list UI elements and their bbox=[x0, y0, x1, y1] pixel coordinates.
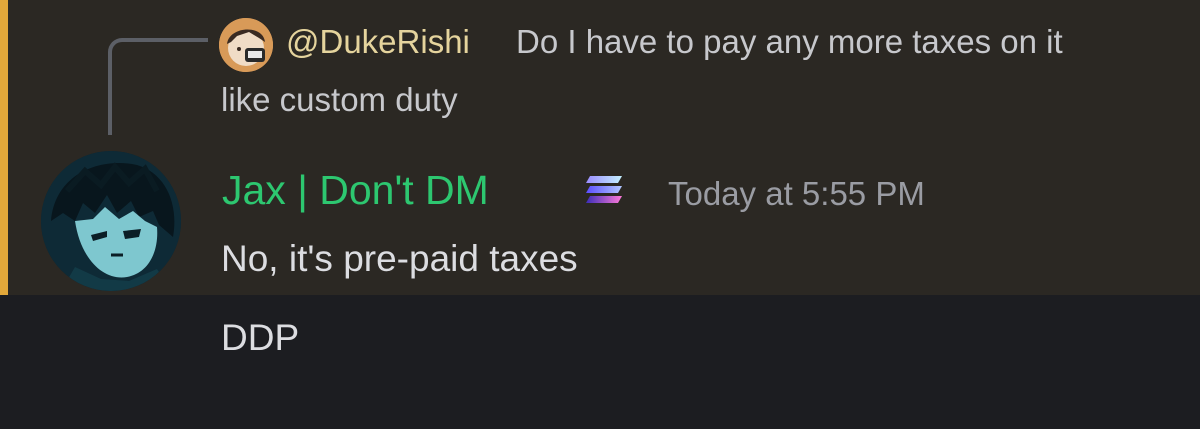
mention-indicator-bar bbox=[0, 0, 8, 295]
reply-message-text[interactable]: Do I have to pay any more taxes on it bbox=[516, 19, 1063, 65]
reply-spine bbox=[108, 38, 208, 135]
reply-author-mention[interactable]: @DukeRishi bbox=[286, 19, 470, 65]
reply-message-text-continued[interactable]: like custom duty bbox=[221, 77, 458, 123]
message-text[interactable]: DDP bbox=[221, 313, 299, 363]
message-text[interactable]: No, it's pre-paid taxes bbox=[221, 234, 578, 284]
author-avatar[interactable] bbox=[41, 151, 181, 291]
message-timestamp[interactable]: Today at 5:55 PM bbox=[668, 172, 925, 216]
message-author-name[interactable]: Jax | Don't DM bbox=[222, 163, 489, 217]
stacked-layers-badge-icon[interactable] bbox=[580, 170, 630, 210]
reply-avatar[interactable] bbox=[219, 18, 273, 72]
anime-avatar-icon bbox=[219, 18, 273, 72]
anime-avatar-icon bbox=[41, 151, 181, 291]
